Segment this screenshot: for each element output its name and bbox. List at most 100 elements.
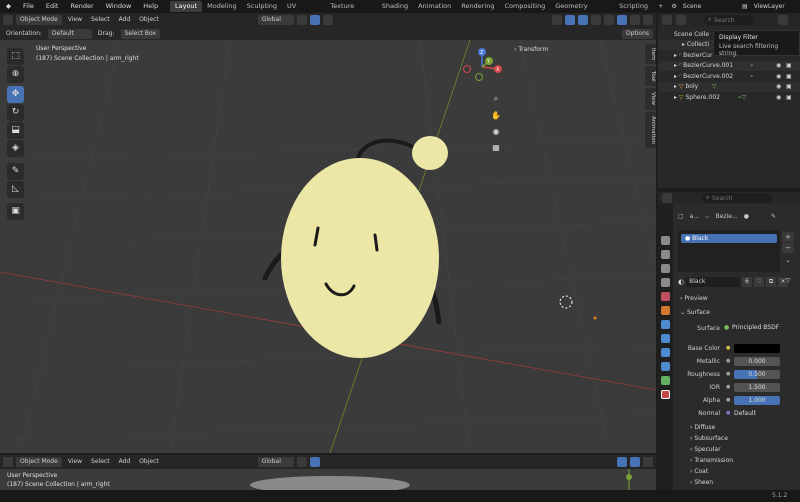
specular-subsection[interactable]: › Specular	[690, 446, 721, 453]
xray-icon[interactable]	[591, 15, 601, 25]
tab-geometry-nodes[interactable]: Geometry Nodes	[550, 1, 614, 21]
tab-layout[interactable]: Layout	[170, 1, 203, 12]
snap-icon[interactable]	[309, 15, 320, 25]
menu-object[interactable]: Object	[136, 15, 162, 25]
scene-selector[interactable]: Scene	[680, 2, 739, 12]
add-workspace-button[interactable]: +	[653, 1, 668, 12]
add-slot-button[interactable]: +	[782, 232, 794, 242]
measure-tool-icon[interactable]: ◺	[7, 181, 24, 198]
tab-animation[interactable]: Animation	[645, 112, 656, 148]
bottom-editor-type-icon[interactable]	[3, 457, 13, 467]
blender-logo-icon[interactable]: ◆	[0, 0, 17, 13]
bottom-snap-icon[interactable]	[309, 457, 320, 467]
visibility-icon[interactable]	[552, 15, 562, 25]
normal-field[interactable]: Default	[734, 409, 780, 418]
view-layer-selector[interactable]: ViewLayer	[751, 2, 800, 12]
tab-scripting[interactable]: Scripting	[614, 1, 653, 12]
zoom-icon[interactable]: ⌕	[489, 92, 503, 106]
overlay-toggle-icon[interactable]	[578, 15, 588, 25]
coat-subsection[interactable]: › Coat	[690, 468, 708, 475]
gizmo-toggle-icon[interactable]	[565, 15, 575, 25]
subsurface-subsection[interactable]: › Subsurface	[690, 435, 728, 442]
bottom-menu-select[interactable]: Select	[88, 457, 113, 467]
material-slot-list[interactable]: ● Black	[678, 230, 780, 272]
transmission-subsection[interactable]: › Transmission	[690, 457, 733, 464]
base-color-swatch[interactable]	[734, 344, 780, 353]
modifier-tab-icon[interactable]	[661, 320, 670, 329]
remove-slot-button[interactable]: −	[782, 243, 794, 253]
pan-hand-icon[interactable]: ✋	[489, 109, 503, 123]
ior-field[interactable]: 1.500	[734, 383, 780, 392]
tab-sculpting[interactable]: Sculpting	[242, 1, 282, 12]
tab-rendering[interactable]: Rendering	[456, 1, 499, 12]
tab-view[interactable]: View	[645, 88, 656, 110]
scale-tool-icon[interactable]: ⬓	[7, 122, 24, 139]
menu-help[interactable]: Help	[137, 0, 164, 13]
bottom-shading-material-icon[interactable]	[643, 457, 653, 467]
properties-editor-icon[interactable]	[662, 193, 672, 203]
menu-select[interactable]: Select	[88, 15, 113, 25]
object-tab-icon[interactable]	[661, 306, 670, 315]
rotate-tool-icon[interactable]: ↻	[7, 104, 24, 121]
bottom-mode-selector[interactable]: Object Mode	[16, 457, 62, 467]
orientation-selector[interactable]: Default	[47, 28, 92, 39]
3d-viewport[interactable]: User Perspective (187) Scene Collection …	[0, 40, 656, 453]
shading-wireframe-icon[interactable]	[604, 15, 614, 25]
menu-window[interactable]: Window	[100, 0, 138, 13]
material-browse-icon[interactable]: ◐	[678, 278, 684, 286]
shading-material-icon[interactable]	[630, 15, 640, 25]
select-tool-icon[interactable]: ⬚	[7, 48, 24, 65]
camera-view-icon[interactable]: ◉	[489, 125, 503, 139]
bottom-viewport[interactable]: User Perspective (187) Scene Collection …	[0, 469, 656, 490]
bottom-menu-object[interactable]: Object	[136, 457, 162, 467]
physics-tab-icon[interactable]	[661, 348, 670, 357]
data-tab-icon[interactable]	[661, 376, 670, 385]
shading-solid-icon[interactable]	[617, 15, 627, 25]
mode-selector[interactable]: Object Mode	[16, 15, 62, 25]
alpha-field[interactable]: 1.000	[734, 396, 780, 405]
proportional-edit-icon[interactable]	[322, 15, 333, 25]
pin-icon[interactable]: ✎	[771, 213, 776, 221]
particles-tab-icon[interactable]	[661, 334, 670, 343]
transform-tool-icon[interactable]: ◈	[7, 140, 24, 157]
menu-view[interactable]: View	[65, 15, 85, 25]
render-tab-icon[interactable]	[661, 250, 670, 259]
tab-uv-editing[interactable]: UV Editing	[282, 1, 325, 21]
material-users-count[interactable]: 6	[742, 276, 752, 287]
bottom-menu-view[interactable]: View	[65, 457, 85, 467]
roughness-field[interactable]: 0.500	[734, 370, 780, 379]
slot-menu-icon[interactable]: ⌄	[782, 256, 794, 266]
preview-section-header[interactable]: › Preview	[680, 295, 708, 302]
metallic-field[interactable]: 0.000	[734, 357, 780, 366]
drag-selector[interactable]: Select Box	[120, 28, 161, 39]
transform-orientation-selector[interactable]: Global	[257, 15, 294, 25]
surface-shader-field[interactable]: Principled BSDF	[732, 323, 784, 332]
surface-section-header[interactable]: ⌄ Surface	[680, 309, 710, 316]
outliner-row-beziercurve-001[interactable]: ▸ ◜ BezierCurve.001 ⌁ ◉ ▣	[658, 61, 800, 71]
tool-tab-icon[interactable]	[661, 236, 670, 245]
material-tab-icon[interactable]	[661, 390, 670, 399]
tab-modeling[interactable]: Modeling	[202, 1, 242, 12]
properties-search-input[interactable]	[702, 193, 772, 203]
bottom-overlay-icon[interactable]	[617, 457, 627, 467]
options-button[interactable]: Options	[621, 28, 653, 39]
view-layer-tab-icon[interactable]	[661, 278, 670, 287]
tab-shading[interactable]: Shading	[377, 1, 413, 12]
outliner-row-sphere-002[interactable]: ▸ ▽ Sphere.002 ⌁▽ ◉ ▣	[658, 93, 800, 103]
diffuse-subsection[interactable]: › Diffuse	[690, 424, 715, 431]
annotate-tool-icon[interactable]: ✎	[7, 163, 24, 180]
sheen-subsection[interactable]: › Sheen	[690, 479, 713, 486]
outliner-filter-funnel-icon[interactable]	[778, 15, 788, 25]
tab-tool[interactable]: Tool	[645, 66, 656, 86]
bottom-menu-add[interactable]: Add	[116, 457, 134, 467]
navigation-gizmo[interactable]: Z X Y	[458, 45, 508, 87]
outliner-row-beziercurve-002[interactable]: ▸ ◜ BezierCurve.002 ⌁ ◉ ▣	[658, 72, 800, 82]
shading-rendered-icon[interactable]	[643, 15, 653, 25]
move-tool-icon[interactable]: ✥	[7, 86, 24, 103]
menu-edit[interactable]: Edit	[40, 0, 65, 13]
outliner-filter-icon[interactable]	[676, 15, 686, 25]
output-tab-icon[interactable]	[661, 264, 670, 273]
cursor-tool-icon[interactable]: ⊕	[7, 66, 24, 83]
material-filter-icon[interactable]: ▽	[786, 277, 791, 284]
bottom-pivot-icon[interactable]	[296, 457, 307, 467]
